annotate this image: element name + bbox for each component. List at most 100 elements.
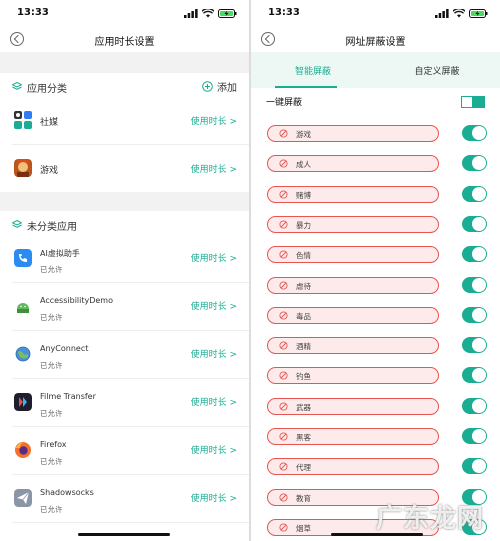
category-label: 烟草 bbox=[296, 523, 311, 533]
category-toggle[interactable] bbox=[462, 185, 487, 202]
signal-icon bbox=[435, 9, 449, 18]
category-toggle[interactable] bbox=[462, 125, 487, 141]
watermark-text: 广东龙网 bbox=[375, 504, 484, 534]
app-status: 已允许 bbox=[40, 505, 63, 514]
category-pill[interactable]: 游戏 bbox=[267, 125, 439, 142]
category-label: 酒精 bbox=[296, 342, 311, 352]
blocked-icon bbox=[279, 280, 288, 290]
blocked-icon bbox=[279, 311, 288, 320]
game-avatar-icon bbox=[14, 159, 32, 177]
category-label: 黑客 bbox=[296, 433, 311, 442]
category-pill[interactable]: 毒品 bbox=[267, 306, 439, 324]
category-pill[interactable]: 暴力 bbox=[267, 215, 439, 233]
firefox-icon bbox=[15, 442, 31, 458]
category-label: 毒品 bbox=[296, 311, 311, 321]
tab-smart-block[interactable]: 智能屏蔽 bbox=[251, 64, 375, 77]
category-toggle[interactable] bbox=[462, 155, 487, 172]
category-pill[interactable]: 代理 bbox=[267, 458, 439, 476]
usage-link[interactable]: 使用时长 > bbox=[191, 114, 237, 127]
status-icons bbox=[435, 9, 488, 18]
category-pill[interactable]: 虐待 bbox=[267, 276, 439, 294]
category-label: 游戏 bbox=[296, 130, 311, 139]
app-row[interactable]: Firefox 已允许 使用时长 > bbox=[0, 427, 249, 475]
blocked-icon bbox=[279, 220, 288, 229]
block-category-row: 黑客 bbox=[251, 425, 500, 455]
app-status: 已允许 bbox=[40, 265, 63, 274]
block-category-row: 代理 bbox=[251, 455, 500, 485]
add-category-button[interactable]: 添加 bbox=[202, 79, 237, 94]
section-gap bbox=[0, 52, 249, 73]
category-pill[interactable]: 黑客 bbox=[267, 428, 439, 445]
blocked-icon bbox=[279, 493, 288, 502]
signal-icon bbox=[184, 9, 198, 18]
category-toggle[interactable] bbox=[462, 458, 487, 475]
tab-bar: 智能屏蔽 自定义屏蔽 bbox=[251, 52, 500, 88]
category-pill[interactable]: 成人 bbox=[267, 155, 439, 173]
usage-link[interactable]: 使用时长 > bbox=[191, 299, 237, 312]
app-name: AccessibilityDemo bbox=[40, 296, 113, 305]
one-key-block-toggle[interactable] bbox=[461, 96, 485, 108]
app-status: 已允许 bbox=[40, 457, 63, 466]
category-toggle[interactable] bbox=[462, 276, 487, 293]
category-toggle[interactable] bbox=[462, 306, 487, 323]
category-pill[interactable]: 武器 bbox=[267, 397, 439, 415]
block-category-row: 色情 bbox=[251, 243, 500, 273]
category-toggle[interactable] bbox=[462, 397, 487, 414]
category-row[interactable]: 游戏 使用时长 > bbox=[0, 145, 249, 193]
category-label: 暴力 bbox=[296, 220, 311, 230]
category-pill[interactable]: 赌博 bbox=[267, 185, 439, 203]
category-row[interactable]: 社媒 使用时长 > bbox=[0, 97, 249, 145]
category-label: 赌博 bbox=[296, 190, 311, 200]
row-divider bbox=[12, 522, 249, 523]
usage-link[interactable]: 使用时长 > bbox=[191, 395, 237, 408]
category-label: 钓鱼 bbox=[296, 372, 311, 382]
app-row[interactable]: AI虚拟助手 已允许 使用时长 > bbox=[0, 235, 249, 283]
status-icons bbox=[184, 9, 237, 18]
app-status: 已允许 bbox=[40, 313, 63, 322]
app-name: AnyConnect bbox=[40, 344, 89, 353]
url-block-settings-screen: 13:33 网址屏蔽设置 智能屏蔽 自定义屏蔽 一键屏蔽 游戏 成人 赌博 暴力 色情虐… bbox=[251, 0, 500, 541]
usage-link[interactable]: 使用时长 > bbox=[191, 491, 237, 504]
battery-charging-icon bbox=[218, 9, 237, 18]
category-pill[interactable]: 钓鱼 bbox=[267, 367, 439, 385]
category-pill[interactable]: 色情 bbox=[267, 246, 439, 264]
status-bar: 13:33 bbox=[251, 0, 500, 28]
category-toggle[interactable] bbox=[462, 367, 487, 384]
tab-custom-block[interactable]: 自定义屏蔽 bbox=[375, 64, 499, 77]
app-name: Filme Transfer bbox=[40, 392, 96, 401]
block-category-row: 虐待 bbox=[251, 274, 500, 304]
usage-link[interactable]: 使用时长 > bbox=[191, 347, 237, 360]
block-category-row: 酒精 bbox=[251, 334, 500, 364]
paper-plane-icon bbox=[14, 489, 32, 507]
blocked-icon bbox=[279, 190, 288, 199]
blocked-icon bbox=[279, 371, 288, 380]
category-label: 色情 bbox=[296, 251, 311, 261]
usage-link[interactable]: 使用时长 > bbox=[191, 251, 237, 264]
category-pill[interactable]: 酒精 bbox=[267, 337, 439, 355]
block-category-row: 暴力 bbox=[251, 213, 500, 243]
status-time: 13:33 bbox=[268, 7, 300, 18]
app-name: Shadowsocks bbox=[40, 488, 94, 497]
app-row[interactable]: AnyConnect 已允许 使用时长 > bbox=[0, 331, 249, 379]
active-tab-indicator bbox=[275, 86, 337, 88]
status-bar: 13:33 bbox=[0, 0, 249, 28]
category-toggle[interactable] bbox=[462, 428, 487, 444]
category-toggle[interactable] bbox=[462, 246, 487, 263]
category-toggle[interactable] bbox=[462, 215, 487, 232]
blocked-icon bbox=[279, 462, 288, 471]
block-category-row: 游戏 bbox=[251, 122, 500, 152]
usage-link[interactable]: 使用时长 > bbox=[191, 443, 237, 456]
app-row[interactable]: Filme Transfer 已允许 使用时长 > bbox=[0, 379, 249, 427]
wifi-icon bbox=[453, 9, 465, 18]
usage-link[interactable]: 使用时长 > bbox=[191, 162, 237, 175]
app-row[interactable]: Shadowsocks 已允许 使用时长 > bbox=[0, 475, 249, 523]
app-row[interactable]: AccessibilityDemo 已允许 使用时长 > bbox=[0, 283, 249, 331]
blocked-icon bbox=[279, 341, 288, 350]
block-category-row: 成人 bbox=[251, 152, 500, 182]
layers-icon bbox=[12, 220, 22, 228]
nav-bar: 应用时长设置 bbox=[0, 28, 249, 52]
block-category-row: 毒品 bbox=[251, 304, 500, 334]
category-toggle[interactable] bbox=[462, 337, 487, 354]
block-category-row: 武器 bbox=[251, 395, 500, 425]
plus-circle-icon bbox=[202, 81, 213, 92]
